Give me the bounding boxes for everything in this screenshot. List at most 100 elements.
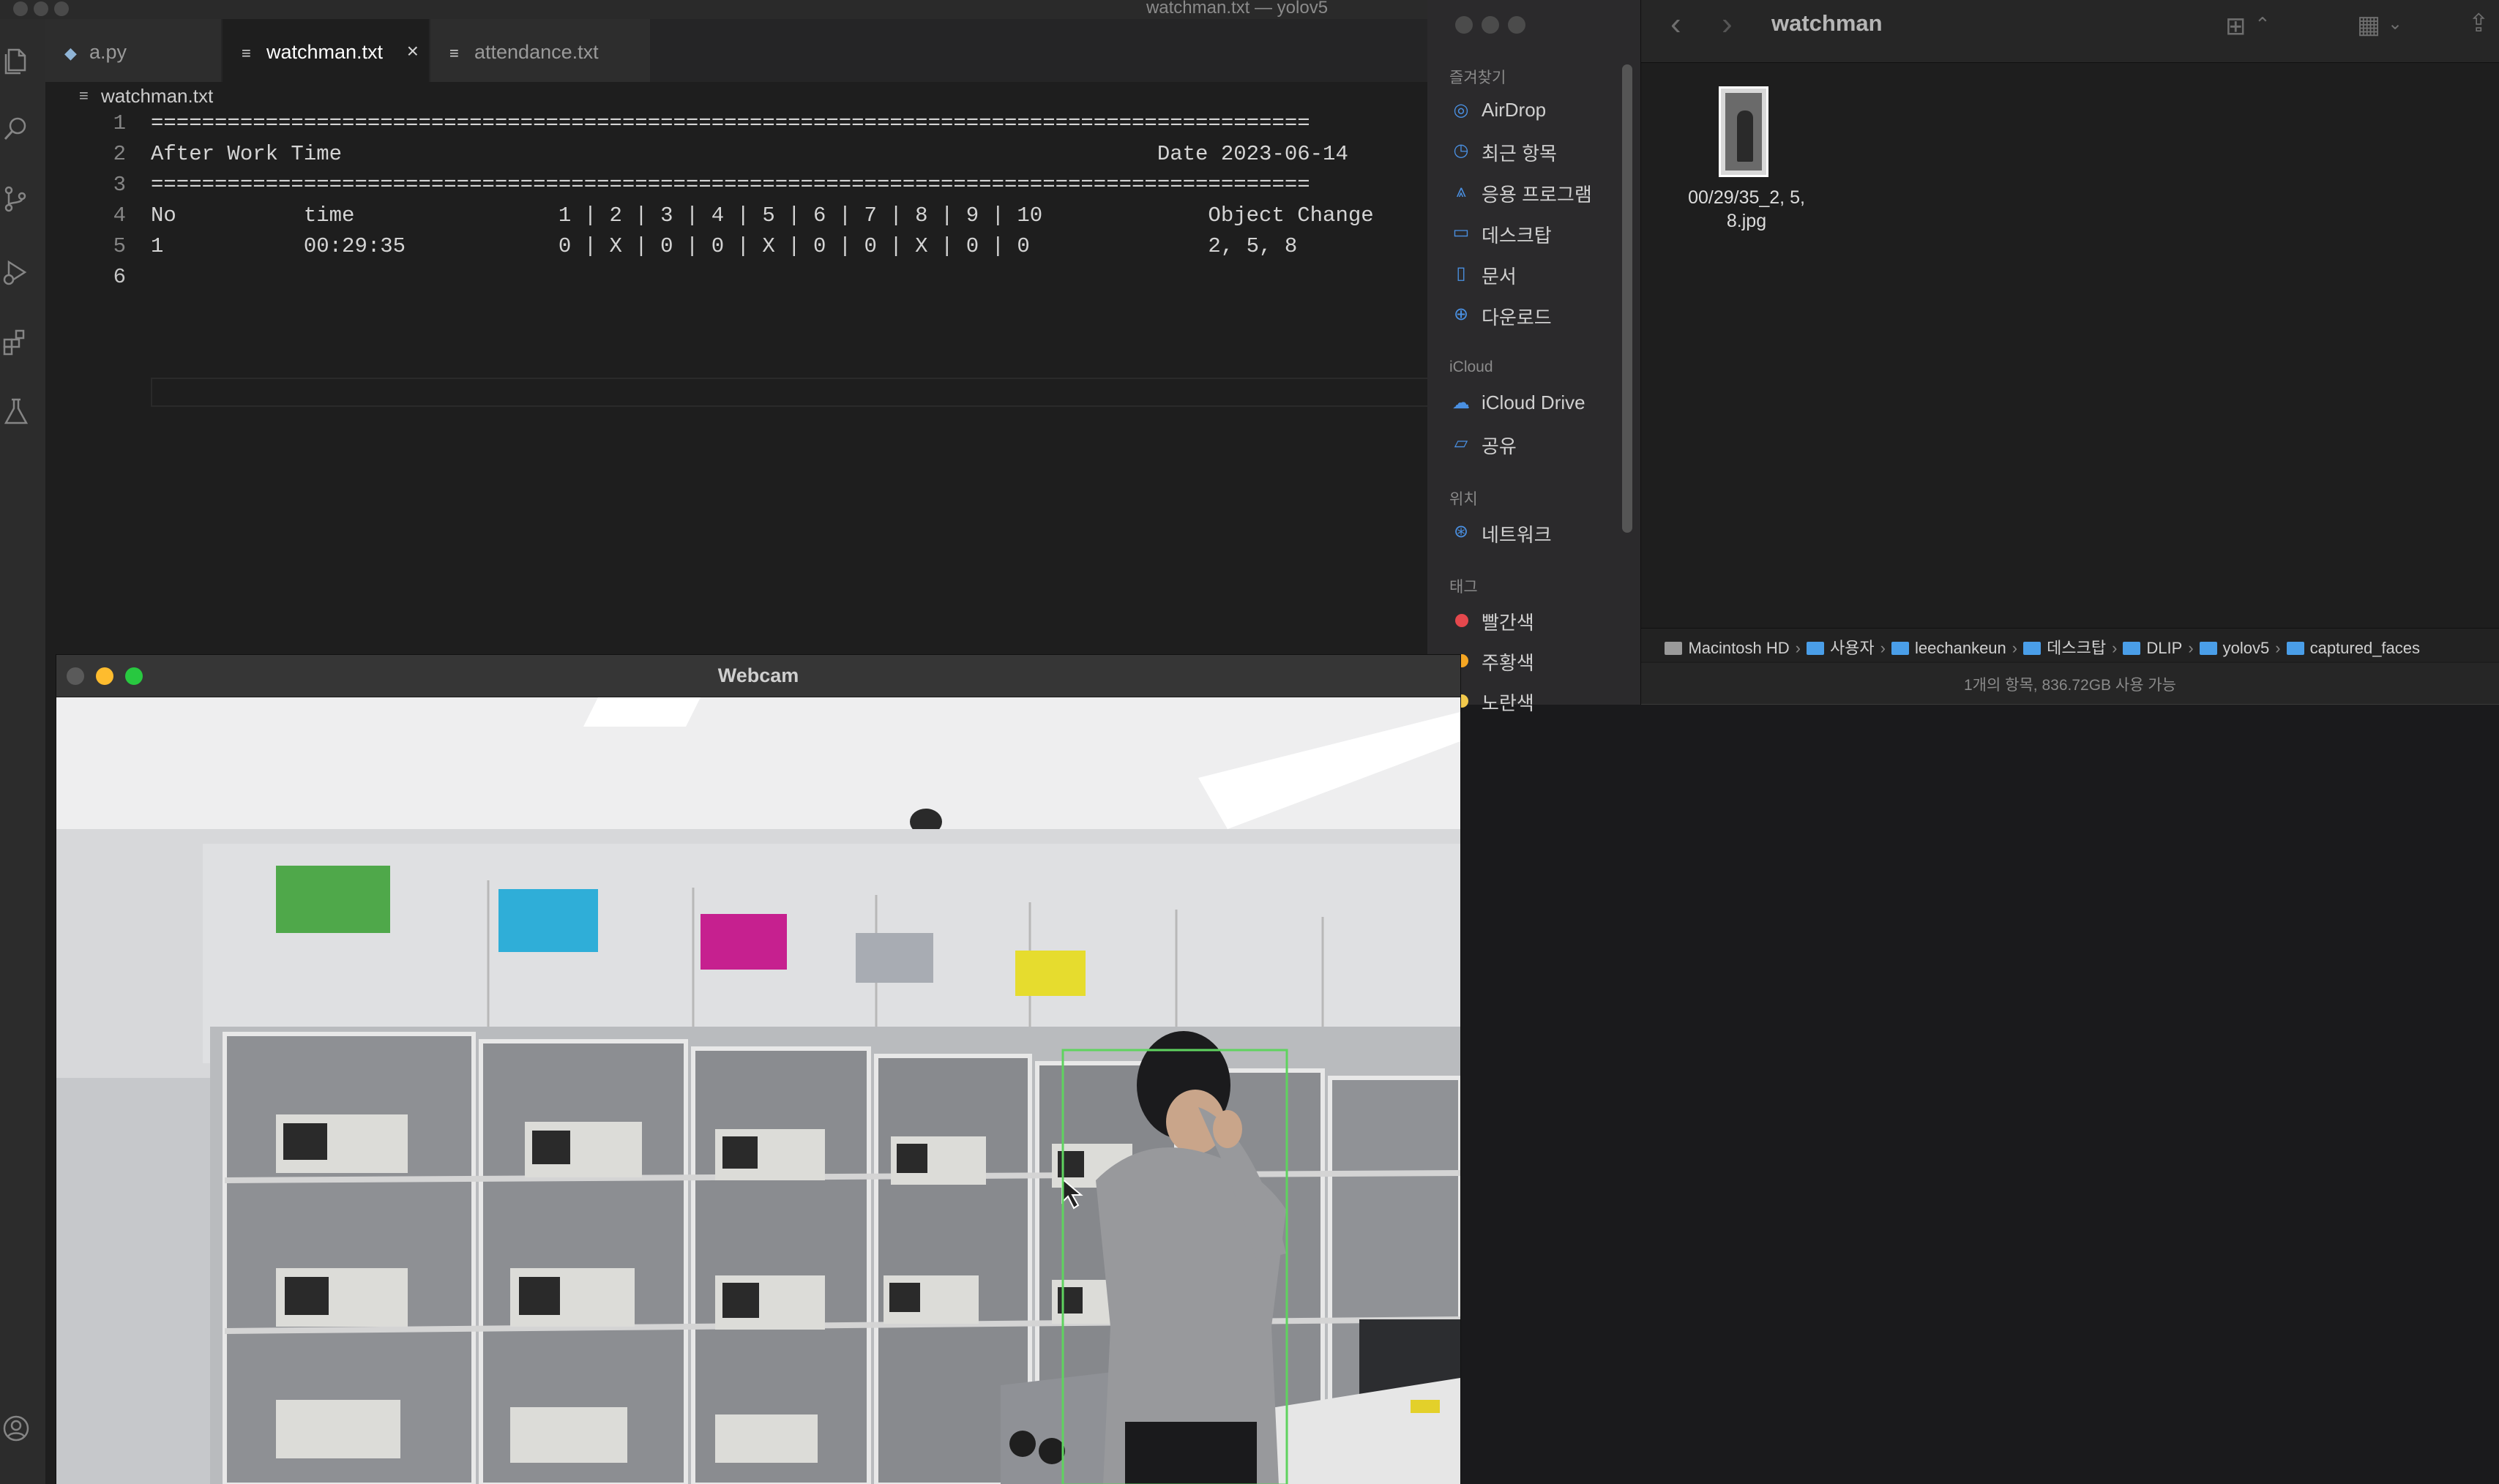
path-separator-icon: › xyxy=(2275,639,2281,657)
tab-label: a.py xyxy=(89,41,127,63)
source-control-icon[interactable] xyxy=(1,184,31,214)
text-file-icon: ≡ xyxy=(449,44,459,62)
sidebar-item-tag-yellow[interactable]: 노란색 xyxy=(1449,686,1632,715)
code-line[interactable]: After Work Time Date 2023-06-14 xyxy=(151,142,1348,166)
line-number: 4 xyxy=(113,203,126,228)
window-minimize-button[interactable] xyxy=(34,1,48,16)
tab-a-py[interactable]: ◆ a.py xyxy=(45,19,221,88)
sidebar-item-label: 다운로드 xyxy=(1482,307,1552,329)
group-chevron-down-icon[interactable]: ⌄ xyxy=(2388,13,2402,34)
path-item-macintosh-hd[interactable]: Macintosh HD xyxy=(1665,639,1790,658)
line-number: 3 xyxy=(113,173,126,197)
view-toggle-chevron-icon[interactable]: ⌃ xyxy=(2255,13,2271,36)
sidebar-item-label: 문서 xyxy=(1482,266,1517,288)
sidebar-item-desktop[interactable]: ▭ 데스크탑 xyxy=(1449,218,1632,247)
document-icon: ▯ xyxy=(1456,263,1466,283)
sidebar-item-shared[interactable]: ▱ 공유 xyxy=(1449,429,1632,458)
file-name: 00/29/35_2, 5, 8.jpg xyxy=(1675,186,1818,233)
sidebar-item-icloud-drive[interactable]: ☁ iCloud Drive xyxy=(1449,389,1632,418)
line-number: 1 xyxy=(113,111,126,135)
path-label: yolov5 xyxy=(2222,639,2270,657)
view-grid-icon[interactable]: ⊞ xyxy=(2225,12,2246,41)
section-locations: 위치 xyxy=(1449,491,1478,508)
status-text: 1개의 항목, 836.72GB 사용 가능 xyxy=(1964,677,2176,694)
forward-chevron-icon[interactable]: › xyxy=(1722,6,1733,42)
network-icon: ⊛ xyxy=(1453,522,1469,541)
editor-tabs: ◆ a.py ≡ watchman.txt × ≡ attendance.txt xyxy=(45,19,1427,88)
cyan-label xyxy=(498,889,598,952)
sidebar-item-network[interactable]: ⊛ 네트워크 xyxy=(1449,517,1632,547)
window-close-button[interactable] xyxy=(1455,16,1473,34)
vscode-titlebar: watchman.txt — yolov5 xyxy=(0,0,1427,19)
sidebar-item-label: 주황색 xyxy=(1482,652,1534,674)
extensions-icon[interactable] xyxy=(1,326,31,356)
current-line-highlight xyxy=(151,378,1468,407)
tab-attendance-txt[interactable]: ≡ attendance.txt xyxy=(430,19,650,88)
thumbnail-person xyxy=(1737,110,1753,162)
window-zoom-button[interactable] xyxy=(1508,16,1525,34)
path-separator-icon: › xyxy=(1795,639,1801,657)
path-separator-icon: › xyxy=(1880,639,1886,657)
path-item-captured-faces[interactable]: captured_faces xyxy=(2286,639,2420,658)
text-editor[interactable]: 1 ======================================… xyxy=(45,111,1468,653)
sidebar-item-recents[interactable]: ◷ 최근 항목 xyxy=(1449,136,1632,165)
path-item-users[interactable]: 사용자 xyxy=(1806,635,1875,659)
back-chevron-icon[interactable]: ‹ xyxy=(1670,6,1681,42)
sidebar-item-tag-orange[interactable]: 주황색 xyxy=(1449,645,1632,675)
sidebar-item-label: iCloud Drive xyxy=(1482,391,1585,413)
webcam-titlebar[interactable]: Webcam xyxy=(56,655,1460,697)
tab-watchman-txt[interactable]: ≡ watchman.txt × xyxy=(223,19,429,88)
sidebar-item-airdrop[interactable]: ◎ AirDrop xyxy=(1449,96,1632,125)
sidebar-item-tag-red[interactable]: 빨간색 xyxy=(1449,605,1632,634)
code-line[interactable]: ========================================… xyxy=(151,111,1310,135)
finder-title: watchman xyxy=(1771,10,1883,36)
sidebar-item-label: 빨간색 xyxy=(1482,612,1534,634)
green-label xyxy=(276,866,390,933)
breadcrumb-file[interactable]: watchman.txt xyxy=(101,85,213,108)
breadcrumb[interactable]: ≡ watchman.txt xyxy=(45,82,1427,111)
path-item-desktop[interactable]: 데스크탑 xyxy=(2023,635,2106,659)
sidebar-item-documents[interactable]: ▯ 문서 xyxy=(1449,259,1632,288)
sidebar-item-label: 데스크탑 xyxy=(1482,225,1552,247)
code-line[interactable]: 1 00:29:35 0 | X | 0 | 0 | X | 0 | 0 | X… xyxy=(151,234,1297,258)
clock-icon: ◷ xyxy=(1453,140,1469,160)
window-title: watchman.txt — yolov5 xyxy=(1146,0,1329,18)
path-label: DLIP xyxy=(2146,639,2183,657)
window-zoom-button[interactable] xyxy=(54,1,69,16)
path-item-yolov5[interactable]: yolov5 xyxy=(2199,639,2270,658)
run-debug-icon[interactable] xyxy=(1,258,31,287)
path-separator-icon: › xyxy=(2112,639,2118,657)
file-name-line: 00/29/35_2, 5, xyxy=(1688,187,1805,208)
path-separator-icon: › xyxy=(2188,639,2194,657)
folder-icon xyxy=(2286,642,2304,655)
magenta-label xyxy=(701,914,787,970)
sidebar-item-downloads[interactable]: ⊕ 다운로드 xyxy=(1449,300,1632,329)
group-by-icon[interactable]: ▦ xyxy=(2357,10,2380,40)
section-icloud: iCloud xyxy=(1449,359,1493,375)
account-icon[interactable] xyxy=(1,1414,31,1443)
python-file-icon: ◆ xyxy=(64,44,77,62)
line-number: 5 xyxy=(113,234,126,258)
sidebar-scrollbar[interactable] xyxy=(1622,64,1632,533)
file-item[interactable]: 00/29/35_2, 5, 8.jpg xyxy=(1675,80,1818,241)
sidebar-item-applications[interactable]: ⩓ 응용 프로그램 xyxy=(1449,177,1632,206)
folder-icon xyxy=(2023,642,2042,655)
finder-window: 즐겨찾기 ◎ AirDrop ◷ 최근 항목 ⩓ 응용 프로그램 ▭ 데스크탑 … xyxy=(1427,0,2499,714)
folder-icon xyxy=(1806,642,1824,655)
tab-label: attendance.txt xyxy=(474,41,599,63)
path-item-dlip[interactable]: DLIP xyxy=(2123,639,2182,658)
sidebar-item-label: 최근 항목 xyxy=(1482,143,1557,165)
window-close-button[interactable] xyxy=(13,1,28,16)
explorer-icon[interactable] xyxy=(1,45,31,75)
folder-icon xyxy=(1891,642,1909,655)
code-line[interactable]: ========================================… xyxy=(151,173,1310,197)
path-item-user-home[interactable]: leechankeun xyxy=(1891,639,2006,658)
code-line[interactable]: No time 1 | 2 | 3 | 4 | 5 | 6 | 7 | 8 | … xyxy=(151,203,1374,228)
window-minimize-button[interactable] xyxy=(1482,16,1499,34)
search-icon[interactable] xyxy=(1,114,31,143)
text-file-icon: ≡ xyxy=(79,86,89,105)
share-icon[interactable]: ⇪ xyxy=(2468,9,2489,38)
testing-flask-icon[interactable] xyxy=(1,397,31,426)
tab-close-icon[interactable]: × xyxy=(407,40,419,63)
sidebar-item-label: 응용 프로그램 xyxy=(1482,184,1592,206)
